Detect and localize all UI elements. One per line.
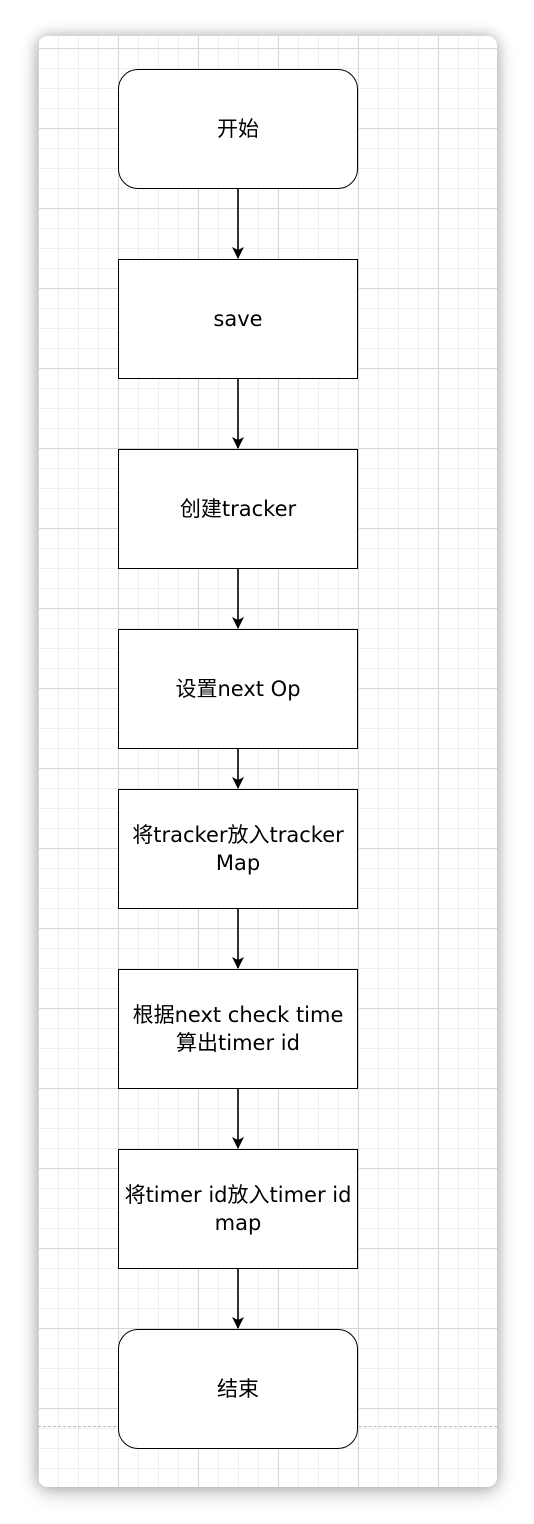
connectors-layer bbox=[232, 189, 244, 1329]
end-node[interactable]: 结束 bbox=[118, 1329, 358, 1449]
start-node[interactable]: 开始 bbox=[118, 69, 358, 189]
put-tracker-node[interactable]: 将tracker放入tracker Map bbox=[118, 789, 358, 909]
create-tracker-node[interactable]: 创建tracker bbox=[118, 449, 358, 569]
calc-timer-id-node[interactable]: 根据next check time 算出timer id bbox=[118, 969, 358, 1089]
diagram-window: 开始 save 创建tracker 设置next Op 将tracker放入tr… bbox=[38, 36, 497, 1487]
save-node[interactable]: save bbox=[118, 259, 358, 379]
grid-canvas[interactable]: 开始 save 创建tracker 设置next Op 将tracker放入tr… bbox=[38, 36, 497, 1487]
put-timer-id-node[interactable]: 将timer id放入timer id map bbox=[118, 1149, 358, 1269]
set-next-op-node[interactable]: 设置next Op bbox=[118, 629, 358, 749]
